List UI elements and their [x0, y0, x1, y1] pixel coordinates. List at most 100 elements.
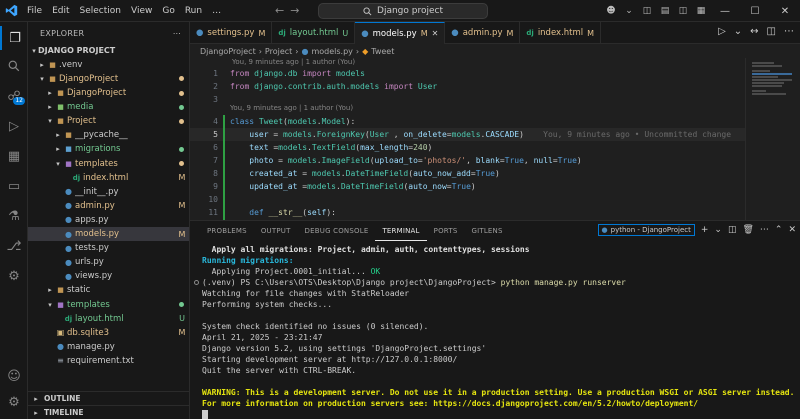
- testing-icon[interactable]: ⚗: [0, 204, 28, 228]
- source-control-icon[interactable]: ☍ 12: [0, 84, 28, 108]
- tree-folder[interactable]: ▾ ■ DjangoProject: [28, 72, 189, 86]
- tree-file[interactable]: ● tests.py: [28, 241, 189, 255]
- tree-file[interactable]: ● admin.py M: [28, 199, 189, 213]
- tree-folder[interactable]: ▸ ■ static: [28, 284, 189, 298]
- close-panel-icon[interactable]: ✕: [788, 225, 796, 235]
- explorer-header: EXPLORER ⋯: [28, 22, 189, 44]
- editor-tab[interactable]: ● models.py M ✕: [355, 22, 446, 44]
- more-actions-icon[interactable]: ⋯: [784, 26, 794, 37]
- trash-icon[interactable]: 🗑: [742, 225, 753, 235]
- chevron-down-icon[interactable]: ⌄: [714, 225, 722, 235]
- terminal-selector[interactable]: ● python - DjangoProject: [597, 224, 695, 236]
- chevron-down-icon[interactable]: ⌄: [734, 26, 742, 37]
- more-actions-icon[interactable]: ⋯: [173, 29, 181, 38]
- timeline-section[interactable]: ▸ TIMELINE: [28, 405, 189, 419]
- remote-explorer-icon[interactable]: ▭: [0, 174, 28, 198]
- tree-file[interactable]: ● __init__.py: [28, 185, 189, 199]
- tree-folder[interactable]: ▾ ■ templates: [28, 298, 189, 312]
- tree-file[interactable]: ● models.py M: [28, 227, 189, 241]
- breadcrumb-item[interactable]: Tweet: [371, 47, 394, 56]
- tree-item-label: views.py: [75, 271, 113, 282]
- tree-folder[interactable]: ▸ ■ DjangoProject: [28, 86, 189, 100]
- tree-folder[interactable]: ▸ ■ .venv: [28, 58, 189, 72]
- tree-folder[interactable]: ▸ ■ migrations: [28, 143, 189, 157]
- tree-file[interactable]: ≡ requirement.txt: [28, 354, 189, 368]
- chevron-right-icon: ▸: [48, 286, 52, 295]
- workspace-root[interactable]: ▾ DJANGO PROJECT: [28, 44, 189, 58]
- extensions-icon[interactable]: ▦: [0, 144, 28, 168]
- close-icon[interactable]: ✕: [770, 6, 800, 17]
- menu-item[interactable]: Edit: [47, 0, 74, 22]
- search-activity-icon[interactable]: [0, 54, 28, 78]
- menu-item[interactable]: Go: [157, 0, 179, 22]
- tree-file[interactable]: ● apps.py: [28, 213, 189, 227]
- menu-item[interactable]: Run: [180, 0, 207, 22]
- menu-item[interactable]: …: [207, 0, 226, 22]
- compare-changes-icon[interactable]: ↔: [750, 26, 758, 37]
- code-editor[interactable]: 1 from django.db import models 2 from dj…: [190, 58, 745, 220]
- toggle-secondary-sidebar-icon[interactable]: ◫: [674, 6, 692, 16]
- split-terminal-icon[interactable]: ◫: [728, 225, 737, 235]
- minimize-icon[interactable]: —: [710, 6, 740, 17]
- chevron-up-icon[interactable]: ⌃: [775, 225, 783, 235]
- tree-file[interactable]: ● views.py: [28, 270, 189, 284]
- editor-tab[interactable]: ● admin.py M: [445, 22, 521, 44]
- menu-item[interactable]: File: [22, 0, 47, 22]
- back-arrow-icon[interactable]: ←: [275, 4, 284, 17]
- layout-icon[interactable]: ▦: [692, 6, 710, 16]
- more-actions-icon[interactable]: ⋯: [760, 225, 769, 235]
- split-editor-icon[interactable]: ◫: [767, 26, 776, 37]
- menu-item[interactable]: Selection: [75, 0, 126, 22]
- panel-tab[interactable]: TERMINAL: [375, 222, 427, 241]
- terminal-line: System check identified no issues (0 sil…: [202, 322, 429, 331]
- panel-tab[interactable]: OUTPUT: [254, 221, 298, 241]
- chevron-down-icon[interactable]: ⌄: [620, 6, 638, 16]
- toggle-sidebar-icon[interactable]: ◫: [638, 6, 656, 16]
- breadcrumb-item[interactable]: Project: [265, 47, 292, 56]
- editor-tab[interactable]: dj layout.html U: [272, 22, 356, 44]
- explorer-icon[interactable]: ❐: [0, 26, 28, 50]
- copilot-icon[interactable]: ☻: [602, 6, 620, 16]
- tree-folder[interactable]: ▸ ■ __pycache__: [28, 129, 189, 143]
- forward-arrow-icon[interactable]: →: [290, 4, 299, 17]
- command-decoration-icon[interactable]: [194, 280, 199, 285]
- tree-folder[interactable]: ▸ ■ media: [28, 100, 189, 114]
- breadcrumb-item[interactable]: DjangoProject: [200, 47, 256, 56]
- code-lens-author[interactable]: You, 9 minutes ago | 1 author (You): [232, 58, 355, 69]
- breadcrumb: DjangoProject › Project › ● models.py › …: [190, 44, 800, 58]
- toggle-panel-icon[interactable]: ▤: [656, 6, 674, 16]
- database-file-icon: ▣: [56, 328, 65, 338]
- run-python-icon[interactable]: ▷: [718, 26, 726, 37]
- manage-gear-icon[interactable]: ⚙: [0, 390, 28, 414]
- terminal-output[interactable]: Apply all migrations: Project, admin, au…: [190, 241, 800, 419]
- run-debug-icon[interactable]: ▷: [0, 114, 28, 138]
- tab-label: layout.html: [289, 28, 339, 38]
- editor-tab[interactable]: ● settings.py M: [190, 22, 273, 44]
- breadcrumb-item[interactable]: models.py: [311, 47, 352, 56]
- panel-tab[interactable]: DEBUG CONSOLE: [298, 221, 376, 241]
- panel-tab[interactable]: PORTS: [427, 221, 465, 241]
- panel-tab[interactable]: GITLENS: [464, 221, 509, 241]
- tree-file[interactable]: dj index.html M: [28, 171, 189, 185]
- account-icon[interactable]: ☺: [0, 364, 28, 388]
- code-lens-author[interactable]: You, 9 minutes ago | 1 author (You): [230, 104, 353, 115]
- tree-file[interactable]: ▣ db.sqlite3 M: [28, 326, 189, 340]
- line-number: 10: [208, 195, 218, 204]
- add-terminal-icon[interactable]: +: [701, 225, 709, 235]
- menu-item[interactable]: View: [126, 0, 157, 22]
- editor-tab[interactable]: dj index.html M: [520, 22, 602, 44]
- outline-section[interactable]: ▸ OUTLINE: [28, 391, 189, 405]
- docker-icon[interactable]: ⚙: [0, 264, 28, 288]
- tree-file[interactable]: ● urls.py: [28, 255, 189, 269]
- gitlens-icon[interactable]: ⎇: [0, 234, 28, 258]
- close-tab-icon[interactable]: ✕: [432, 29, 439, 38]
- git-status-dot: [179, 146, 184, 152]
- minimap[interactable]: [745, 58, 800, 220]
- maximize-icon[interactable]: ☐: [740, 6, 770, 17]
- tree-file[interactable]: dj layout.html U: [28, 312, 189, 326]
- command-center-search[interactable]: Django project: [318, 3, 488, 19]
- tree-folder[interactable]: ▾ ■ templates: [28, 157, 189, 171]
- panel-tab[interactable]: PROBLEMS: [200, 221, 254, 241]
- tree-file[interactable]: ● manage.py: [28, 340, 189, 354]
- tree-folder[interactable]: ▾ ■ Project: [28, 114, 189, 128]
